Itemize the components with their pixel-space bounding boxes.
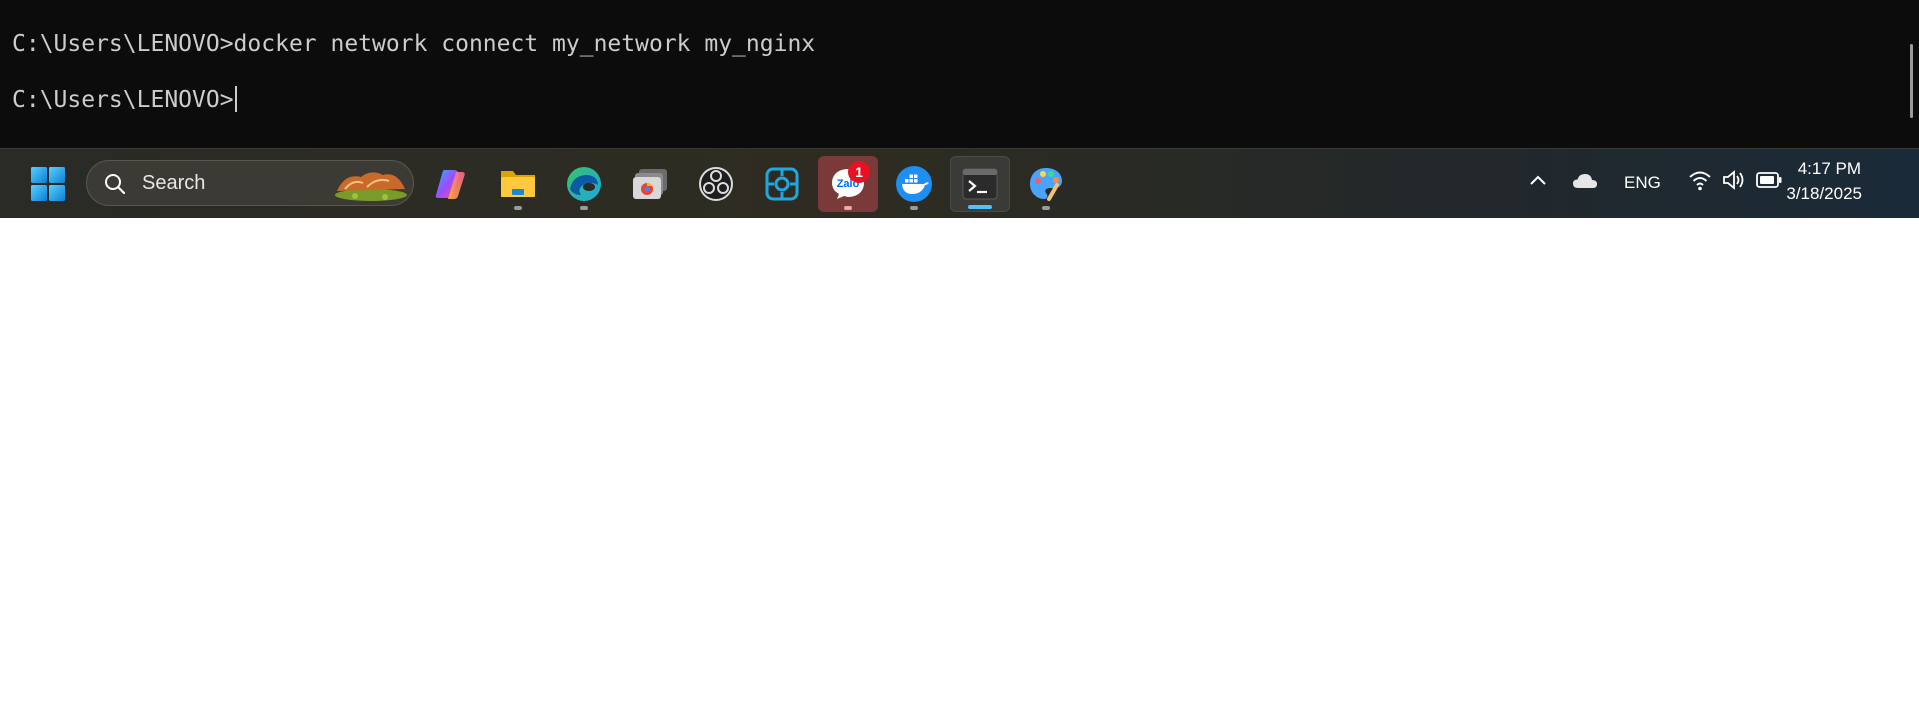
terminal-icon bbox=[962, 168, 998, 200]
docker-icon bbox=[896, 166, 932, 202]
photos-icon bbox=[633, 169, 667, 199]
terminal-prompt: C:\Users\LENOVO> bbox=[12, 87, 234, 113]
wifi-icon bbox=[1689, 171, 1711, 191]
terminal-scrollbar[interactable] bbox=[1907, 0, 1919, 148]
battery-icon bbox=[1756, 172, 1782, 188]
taskbar-app-obs[interactable] bbox=[686, 156, 746, 212]
capture-icon bbox=[765, 167, 799, 201]
search-highlight-image bbox=[335, 172, 407, 201]
edge-icon bbox=[567, 167, 601, 201]
taskbar: Search Zalo 1 ENG 4:17 PM 3/18/2025 bbox=[0, 148, 1919, 219]
taskbar-app-paint[interactable] bbox=[1016, 156, 1076, 212]
terminal-window[interactable]: C:\Users\LENOVO>docker network connect m… bbox=[0, 0, 1919, 148]
taskbar-app-file-explorer[interactable] bbox=[488, 156, 548, 212]
clock-date[interactable]: 3/18/2025 bbox=[1786, 184, 1862, 204]
battery-button[interactable] bbox=[1756, 171, 1782, 193]
notification-badge: 1 bbox=[848, 161, 870, 183]
taskbar-app-photos[interactable] bbox=[620, 156, 680, 212]
taskbar-app-capture[interactable] bbox=[752, 156, 812, 212]
taskbar-app-zalo[interactable]: Zalo 1 bbox=[818, 156, 878, 212]
clock-time[interactable]: 4:17 PM bbox=[1798, 159, 1861, 179]
show-hidden-icons-button[interactable] bbox=[1528, 171, 1548, 195]
language-indicator[interactable]: ENG bbox=[1624, 173, 1661, 193]
speaker-icon bbox=[1723, 170, 1744, 190]
terminal-prompt-line[interactable]: C:\Users\LENOVO> bbox=[12, 86, 237, 114]
taskbar-app-copilot[interactable] bbox=[422, 156, 482, 212]
obs-icon bbox=[699, 167, 733, 201]
search-icon bbox=[105, 174, 126, 195]
scrollbar-thumb[interactable] bbox=[1910, 44, 1913, 118]
onedrive-button[interactable] bbox=[1572, 171, 1598, 195]
chevron-up-icon bbox=[1530, 175, 1546, 185]
volume-button[interactable] bbox=[1722, 169, 1746, 195]
running-indicator bbox=[844, 206, 852, 210]
start-button[interactable] bbox=[18, 156, 78, 212]
wifi-button[interactable] bbox=[1688, 169, 1712, 195]
paint-palette-icon bbox=[1030, 168, 1062, 201]
terminal-command-line: C:\Users\LENOVO>docker network connect m… bbox=[12, 31, 816, 57]
copilot-icon bbox=[435, 170, 465, 199]
running-indicator bbox=[514, 206, 522, 210]
folder-icon bbox=[501, 171, 535, 197]
taskbar-app-terminal[interactable] bbox=[950, 156, 1010, 212]
taskbar-search[interactable]: Search bbox=[86, 160, 414, 206]
running-indicator bbox=[1042, 206, 1050, 210]
text-cursor bbox=[234, 86, 237, 112]
blank-area bbox=[0, 218, 1919, 720]
active-indicator bbox=[968, 205, 992, 209]
windows-logo-icon bbox=[31, 167, 65, 201]
running-indicator bbox=[580, 206, 588, 210]
running-indicator bbox=[910, 206, 918, 210]
search-label: Search bbox=[142, 172, 206, 194]
taskbar-app-docker[interactable] bbox=[884, 156, 944, 212]
cloud-icon bbox=[1573, 174, 1597, 188]
taskbar-app-edge[interactable] bbox=[554, 156, 614, 212]
